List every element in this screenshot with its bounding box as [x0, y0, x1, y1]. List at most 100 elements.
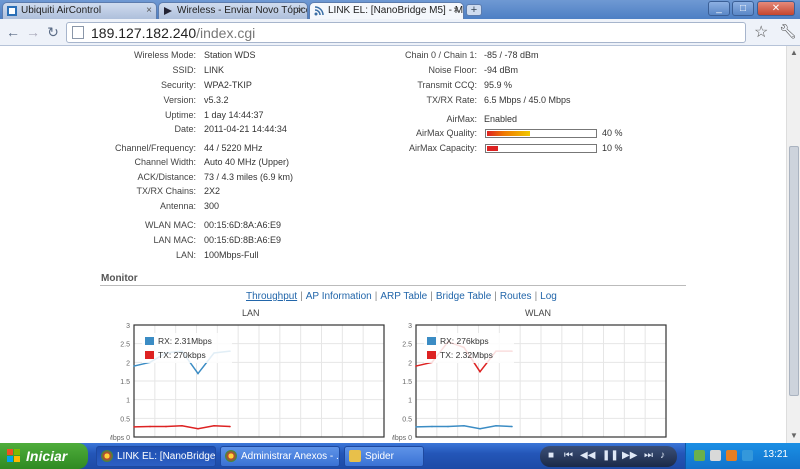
spider-solitaire-icon	[349, 450, 361, 462]
vertical-scrollbar[interactable]: ▲ ▼	[786, 46, 800, 443]
status-row: ACK/Distance: 73 / 4.3 miles (6.9 km)	[100, 170, 360, 184]
tab-throughput[interactable]: Throughput	[246, 291, 297, 302]
status-row: LAN: 100Mbps-Full	[100, 248, 360, 262]
maximize-button[interactable]: □	[732, 1, 754, 16]
status-label: Version:	[163, 95, 196, 105]
status-row: Security: WPA2-TKIP	[100, 78, 360, 92]
y-tick-label: 1.5	[120, 379, 130, 386]
close-tab-icon[interactable]: ×	[297, 3, 303, 18]
close-tab-icon[interactable]: ×	[453, 3, 459, 18]
data-point	[197, 372, 199, 375]
data-point	[165, 425, 167, 428]
url-text[interactable]: 189.127.182.240/index.cgi	[91, 24, 255, 42]
legend-tx-label: TX: 270kbps	[158, 350, 206, 360]
volume-icon[interactable]: ♪	[660, 450, 665, 461]
status-row: AirMax Capacity: 10 %	[380, 141, 640, 155]
data-point	[495, 425, 497, 427]
monitor-divider	[100, 285, 686, 286]
status-label: Wireless Mode:	[133, 50, 196, 60]
taskbar-item-anexos[interactable]: Administrar Anexos - ...	[220, 446, 340, 467]
status-value: -85 / -78 dBm	[484, 50, 539, 60]
wrench-menu-icon[interactable]: 🔧︎	[779, 23, 797, 40]
data-point	[463, 425, 465, 427]
y-tick-label: 0.5	[120, 416, 130, 423]
status-row: SSID: LINK	[100, 63, 360, 77]
meter-fill	[487, 131, 530, 136]
status-value: 00:15:6D:8B:A6:E9	[204, 235, 282, 245]
stop-icon[interactable]: ■	[548, 450, 554, 461]
monitor-tabs: Throughput | AP Information | ARP Table | Brid…	[246, 291, 557, 302]
tab-label: LINK EL: [NanoBridge M5] - Ma	[328, 5, 464, 16]
tab-label: Ubiquiti AirControl	[21, 5, 102, 16]
y-tick-label: 2.5	[402, 342, 412, 349]
tab-log[interactable]: Log	[540, 291, 557, 302]
y-tick-label: Mbps 0	[110, 435, 130, 442]
start-button[interactable]: Iniciar	[0, 443, 88, 469]
speaker-icon[interactable]	[710, 450, 721, 461]
status-value: -94 dBm	[484, 65, 519, 75]
status-row: Transmit CCQ: 95.9 %	[380, 78, 640, 92]
status-value: 10 %	[602, 143, 623, 153]
play-pause-icon[interactable]: ❚❚	[602, 450, 619, 461]
address-bar[interactable]: 189.127.182.240/index.cgi	[66, 22, 746, 43]
taskbar-item-link-el[interactable]: LINK EL: [NanoBridge...	[96, 446, 216, 467]
status-value: 6.5 Mbps / 45.0 Mbps	[484, 95, 571, 105]
antivirus-icon[interactable]	[726, 450, 737, 461]
close-window-button[interactable]: ✕	[757, 1, 795, 16]
status-label: AirMax:	[446, 114, 477, 124]
status-row: Wireless Mode: Station WDS	[100, 48, 360, 62]
back-arrow-icon[interactable]: ←	[4, 24, 22, 42]
tab-routes[interactable]: Routes	[500, 291, 532, 302]
browser-tab-bar: Ubiquiti AirControl × Wireless - Enviar …	[0, 0, 800, 19]
legend-swatch-tx	[145, 351, 154, 359]
data-point	[213, 425, 215, 427]
tab-wireless-forum[interactable]: Wireless - Enviar Novo Tópico ×	[158, 2, 308, 19]
separator: |	[534, 291, 538, 302]
forward-arrow-icon[interactable]: →	[24, 24, 42, 42]
chrome-icon	[225, 450, 237, 462]
fast-forward-icon[interactable]: ▶▶	[622, 450, 637, 461]
bookmark-star-icon[interactable]: ☆	[754, 22, 768, 42]
new-tab-button[interactable]: +	[466, 4, 482, 16]
tab-link-el[interactable]: LINK EL: [NanoBridge M5] - Ma ×	[309, 2, 464, 19]
separator: |	[374, 291, 378, 302]
tab-ap-information[interactable]: AP Information	[306, 291, 372, 302]
y-tick-label: Mbps 0	[392, 435, 412, 442]
status-row: TX/RX Chains: 2X2	[100, 184, 360, 198]
taskbar-item-spider[interactable]: Spider	[344, 446, 424, 467]
scroll-thumb[interactable]	[789, 146, 799, 396]
minimize-button[interactable]: _	[708, 1, 730, 16]
status-row: WLAN MAC: 00:15:6D:8A:A6:E9	[100, 218, 360, 232]
reload-icon[interactable]: ↻	[44, 24, 62, 42]
lan-throughput-chart: 3 2.5 2 1.5 1 0.5 Mbps 0 RX: 2.31Mbps TX: 270kbp…	[110, 323, 385, 442]
status-row: Date: 2011-04-21 14:44:34	[100, 122, 360, 136]
status-label: AirMax Quality:	[415, 128, 477, 138]
y-tick-label: 1.5	[402, 379, 412, 386]
scroll-down-arrow-icon[interactable]: ▼	[789, 431, 799, 441]
next-icon[interactable]: ⏭︎	[644, 450, 653, 461]
data-point	[197, 427, 199, 430]
previous-icon[interactable]: ⏮︎	[564, 450, 573, 461]
chart-legend: RX: 276kbps TX: 2.32Mbps	[424, 333, 514, 363]
tab-arp-table[interactable]: ARP Table	[380, 291, 427, 302]
y-tick-label: 2.5	[120, 342, 130, 349]
y-tick-label: 3	[126, 323, 130, 330]
rewind-icon[interactable]: ◀◀	[580, 450, 595, 461]
tab-bridge-table[interactable]: Bridge Table	[436, 291, 491, 302]
network-icon[interactable]	[694, 450, 705, 461]
close-tab-icon[interactable]: ×	[146, 3, 152, 18]
media-player-controls: ■ ⏮︎ ◀◀ ❚❚ ▶▶ ⏭︎ ♪	[540, 446, 677, 467]
tab-aircontrol[interactable]: Ubiquiti AirControl ×	[2, 2, 157, 19]
status-row: Antenna: 300	[100, 199, 360, 213]
status-label: Security:	[160, 80, 196, 90]
status-value: 300	[204, 201, 220, 211]
clock: 13:21	[762, 449, 788, 460]
wlan-chart-title: WLAN	[525, 308, 552, 318]
scroll-up-arrow-icon[interactable]: ▲	[789, 48, 799, 58]
status-label: Chain 0 / Chain 1:	[404, 50, 477, 60]
status-value: WPA2-TKIP	[204, 80, 252, 90]
status-row: AirMax Quality: 40 %	[380, 126, 640, 140]
browser-toolbar: ← → ↻ 189.127.182.240/index.cgi ☆ 🔧︎	[0, 19, 800, 46]
chart-legend: RX: 2.31Mbps TX: 270kbps	[142, 333, 232, 363]
messenger-icon[interactable]	[742, 450, 753, 461]
